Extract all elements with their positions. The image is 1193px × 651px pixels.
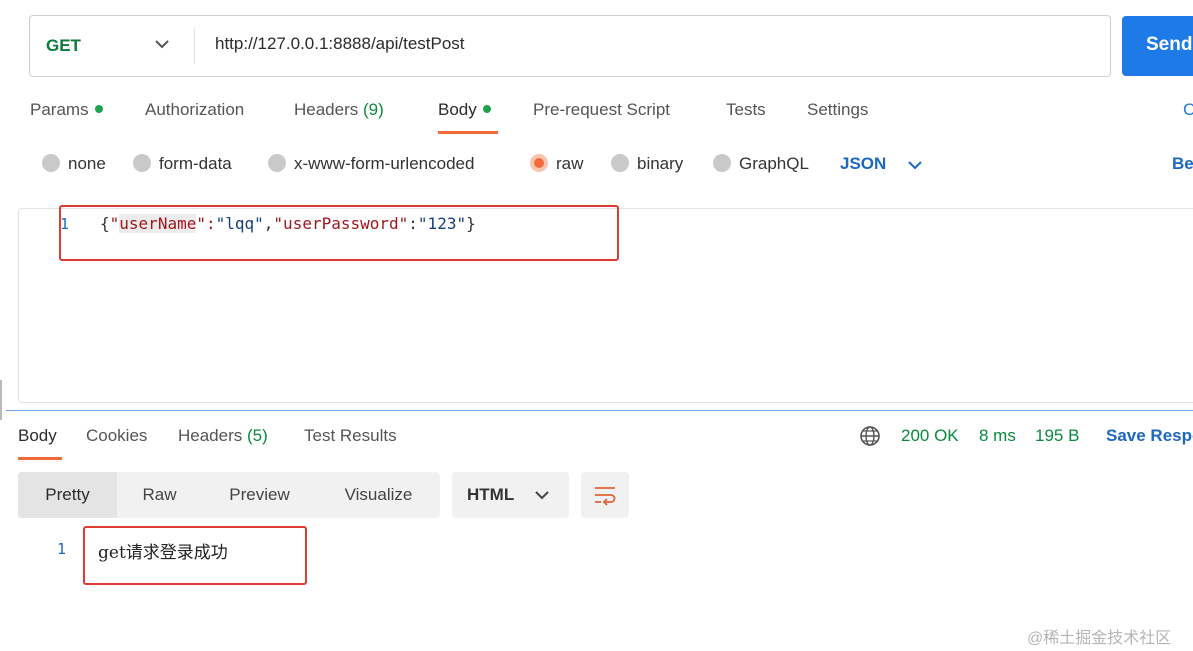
response-tab-headers-label: Headers <box>178 426 243 445</box>
save-response-button[interactable]: Save Response <box>1106 426 1193 446</box>
response-size[interactable]: 195 B <box>1035 426 1079 446</box>
response-format-select[interactable]: HTML <box>452 472 569 518</box>
view-raw-button[interactable]: Raw <box>117 472 202 518</box>
wrap-lines-icon <box>595 487 616 506</box>
beautify-link[interactable]: Beautify <box>1172 154 1193 174</box>
radio-circle-checked[interactable] <box>530 154 548 173</box>
radio-urlencoded[interactable]: x-www-form-urlencoded <box>268 154 474 174</box>
url-bar <box>29 15 1111 77</box>
tab-settings[interactable]: Settings <box>807 100 868 120</box>
active-tab-underline <box>438 131 498 134</box>
chevron-down-icon[interactable] <box>152 34 172 54</box>
send-button[interactable]: Send <box>1122 16 1193 76</box>
tab-tests[interactable]: Tests <box>726 100 766 120</box>
tab-params[interactable]: Params <box>30 100 103 120</box>
radio-binary[interactable]: binary <box>611 154 683 174</box>
response-time[interactable]: 8 ms <box>979 426 1016 446</box>
tab-headers-count: (9) <box>363 100 384 119</box>
watermark: @稀土掘金技术社区 <box>1027 630 1172 647</box>
tab-body-label: Body <box>438 100 477 119</box>
cookies-link[interactable]: Cookies <box>1183 100 1193 120</box>
response-tab-body[interactable]: Body <box>18 426 57 446</box>
radio-none-label: none <box>68 154 106 173</box>
radio-none[interactable]: none <box>42 154 106 174</box>
chevron-down-icon[interactable] <box>906 156 924 174</box>
radio-circle[interactable] <box>713 154 731 173</box>
params-indicator-dot <box>94 105 103 114</box>
tab-headers[interactable]: Headers (9) <box>294 100 384 120</box>
radio-graphql[interactable]: GraphQL <box>713 154 809 174</box>
radio-circle[interactable] <box>268 154 286 173</box>
tab-headers-label: Headers <box>294 100 359 119</box>
tab-pre-request-script[interactable]: Pre-request Script <box>533 100 670 120</box>
status-code[interactable]: 200 OK <box>901 426 959 446</box>
view-visualize-button[interactable]: Visualize <box>317 472 440 518</box>
response-line-number: 1 <box>57 540 67 558</box>
response-tab-cookies[interactable]: Cookies <box>86 426 147 446</box>
response-tab-headers-count: (5) <box>247 426 268 445</box>
radio-circle[interactable] <box>133 154 151 173</box>
annotation-box <box>83 526 307 585</box>
response-divider[interactable] <box>6 410 1193 411</box>
radio-urlencoded-label: x-www-form-urlencoded <box>294 154 475 173</box>
body-format-select[interactable]: JSON <box>840 154 886 174</box>
url-input[interactable]: http://127.0.0.1:8888/api/testPost <box>215 34 465 54</box>
response-tab-test-results[interactable]: Test Results <box>304 426 397 446</box>
annotation-box <box>59 205 619 261</box>
tab-authorization[interactable]: Authorization <box>145 100 244 120</box>
radio-form-data[interactable]: form-data <box>133 154 232 174</box>
globe-icon[interactable] <box>859 425 881 447</box>
radio-circle[interactable] <box>611 154 629 173</box>
body-indicator-dot <box>482 105 491 114</box>
tab-body[interactable]: Body <box>438 100 491 120</box>
tab-params-label: Params <box>30 100 89 119</box>
radio-form-data-label: form-data <box>159 154 232 173</box>
panel-resize-edge <box>0 380 2 420</box>
view-pretty-button[interactable]: Pretty <box>18 472 117 518</box>
active-tab-underline <box>18 457 62 460</box>
url-divider <box>194 28 195 64</box>
chevron-down-icon[interactable] <box>533 486 551 504</box>
method-select[interactable]: GET <box>46 36 81 56</box>
response-tab-headers[interactable]: Headers (5) <box>178 426 268 446</box>
radio-raw[interactable]: raw <box>530 154 583 174</box>
radio-circle[interactable] <box>42 154 60 173</box>
radio-graphql-label: GraphQL <box>739 154 809 173</box>
radio-binary-label: binary <box>637 154 684 173</box>
radio-raw-label: raw <box>556 154 584 173</box>
view-preview-button[interactable]: Preview <box>202 472 317 518</box>
